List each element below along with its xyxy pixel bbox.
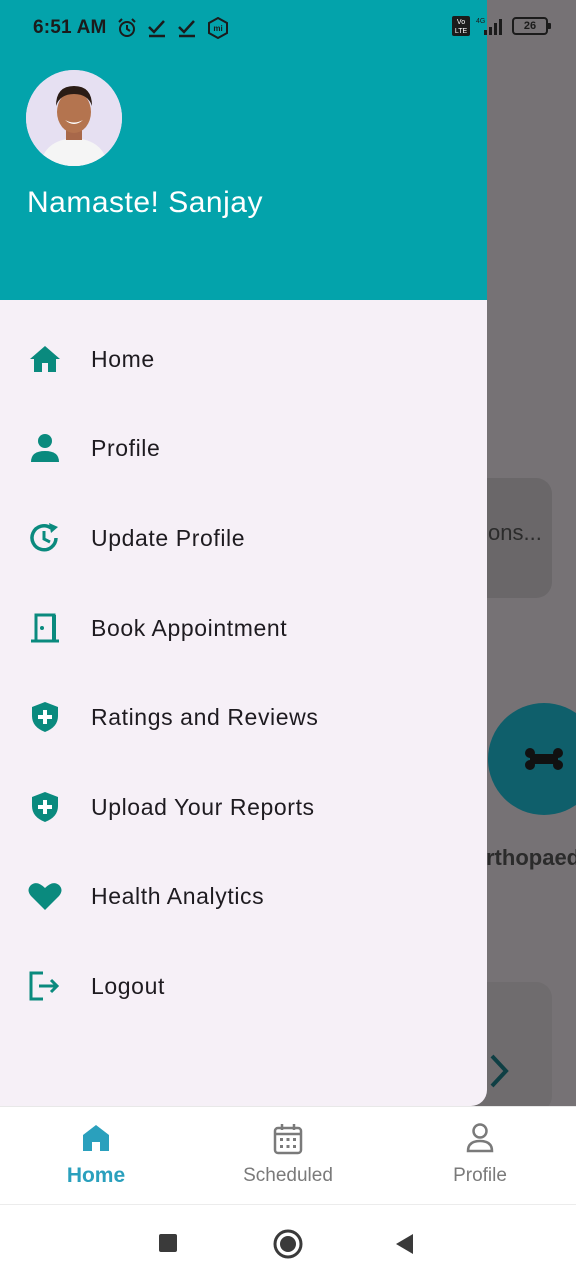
svg-text:4G: 4G [476,18,485,25]
menu-item-update-profile[interactable]: Update Profile [0,493,487,583]
back-icon[interactable] [394,1233,414,1255]
svg-text:LTE: LTE [455,28,468,35]
bottom-nav-label: Profile [453,1165,507,1186]
home-icon [27,341,63,377]
svg-text:Vo: Vo [457,19,465,26]
signal-icon: 4G [476,18,502,35]
shield-plus-icon [27,789,63,825]
recents-icon[interactable] [158,1233,178,1253]
bottom-nav-label: Scheduled [243,1165,333,1186]
menu-item-label: Ratings and Reviews [91,703,319,730]
navigation-drawer: Namaste! Sanjay Home Profile Update Prof… [0,0,487,1106]
person-outline-icon [466,1123,494,1153]
greeting-text: Namaste! Sanjay [27,186,263,219]
menu-item-label: Update Profile [91,524,246,551]
category-label: rthopaedi [486,845,576,870]
shield-plus-icon [27,699,63,735]
menu-item-upload-reports[interactable]: Upload Your Reports [0,762,487,852]
bone-icon [525,748,563,770]
menu-item-label: Health Analytics [91,882,265,909]
menu-item-profile[interactable]: Profile [0,403,487,493]
logout-icon [27,968,63,1004]
calendar-icon [273,1124,303,1155]
battery-icon: 26 [512,17,551,35]
menu-item-label: Upload Your Reports [91,793,315,820]
menu-item-health-analytics[interactable]: Health Analytics [0,851,487,941]
user-photo [26,70,122,166]
update-clock-icon [27,520,63,556]
check-icon [177,20,195,38]
menu-item-ratings-reviews[interactable]: Ratings and Reviews [0,672,487,762]
bottom-nav-home[interactable]: Home [0,1107,192,1205]
menu-item-label: Home [91,345,155,372]
svg-text:mi: mi [213,24,222,33]
door-icon [27,610,63,646]
menu-item-logout[interactable]: Logout [0,941,487,1031]
alarm-icon [117,18,136,37]
avatar[interactable] [26,70,122,166]
heart-icon [27,878,63,914]
check-icon [147,20,165,38]
bottom-nav-profile[interactable]: Profile [384,1107,576,1205]
bottom-navigation: Home Scheduled Profile [0,1106,576,1204]
status-bar: 6:51 AM mi Vo LTE 4G 26 [0,0,576,56]
chevron-right-icon [490,1054,509,1088]
status-time: 6:51 AM [33,17,107,38]
system-navigation-bar [0,1204,576,1280]
menu-item-home[interactable]: Home [0,314,487,404]
bottom-nav-scheduled[interactable]: Scheduled [192,1107,384,1205]
person-icon [27,430,63,466]
home-icon [83,1125,109,1151]
menu-item-book-appointment[interactable]: Book Appointment [0,583,487,673]
menu-item-label: Logout [91,972,165,999]
home-circle-icon[interactable] [273,1229,303,1259]
bottom-nav-label: Home [66,1164,126,1187]
menu-item-label: Book Appointment [91,614,288,641]
menu-item-label: Profile [91,434,161,461]
mi-icon: mi [207,17,228,39]
volte-icon: Vo LTE [452,16,470,36]
background-card-text: ons... [488,520,542,545]
